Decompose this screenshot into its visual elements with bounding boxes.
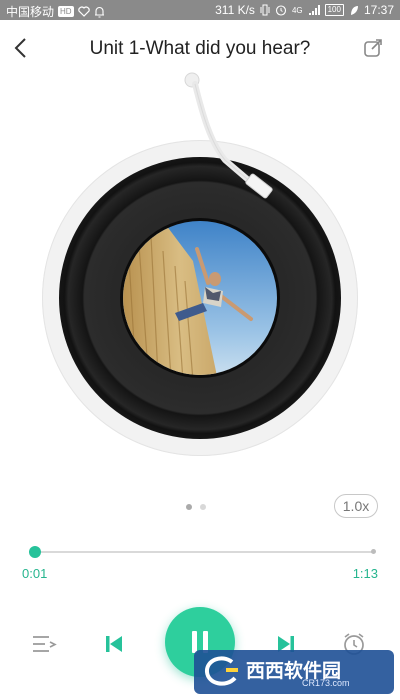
clock-time: 17:37	[363, 3, 394, 17]
signal-icon	[308, 4, 320, 16]
playlist-icon	[33, 636, 57, 652]
total-time: 1:13	[352, 566, 378, 581]
app-header: Unit 1-What did you hear?	[0, 20, 400, 76]
previous-button[interactable]	[98, 628, 130, 660]
leaf-icon	[349, 5, 359, 16]
page-indicator	[186, 504, 206, 510]
watermark-logo: 西西软件园 CR173.com	[194, 650, 394, 694]
network-type: 4G	[291, 5, 303, 15]
page-dot[interactable]	[186, 504, 192, 510]
share-button[interactable]	[360, 35, 386, 61]
skip-previous-icon	[106, 636, 122, 652]
current-time: 0:01	[22, 566, 48, 581]
progress-thumb[interactable]	[28, 546, 41, 558]
page-title: Unit 1-What did you hear?	[89, 38, 311, 59]
share-icon	[364, 39, 382, 57]
watermark-swirl-icon	[205, 656, 238, 686]
album-art	[120, 218, 280, 378]
record-player	[0, 72, 400, 492]
carrier-label: 中国移动	[6, 5, 55, 19]
tonearm	[184, 72, 273, 199]
heart-health-icon	[77, 6, 90, 17]
playback-speed-button[interactable]: 1.0x	[334, 494, 378, 518]
alarm-icon	[275, 4, 287, 16]
sim-badge-icon: HD	[58, 6, 74, 17]
page-dot[interactable]	[200, 504, 206, 510]
watermark-url: CR173.com	[302, 678, 350, 688]
back-button[interactable]	[6, 34, 34, 62]
notification-bell-icon	[94, 6, 105, 18]
network-speed: 311 K/s	[215, 3, 255, 17]
playlist-button[interactable]	[28, 628, 60, 660]
battery-level: 100	[324, 4, 344, 16]
progress-end-marker	[371, 549, 376, 554]
status-bar: 中国移动 HD 311 K/s 4G 100 17:37	[0, 0, 400, 20]
vibrate-icon	[260, 4, 270, 16]
chevron-left-icon	[14, 38, 26, 58]
progress-slider[interactable]	[28, 546, 376, 558]
